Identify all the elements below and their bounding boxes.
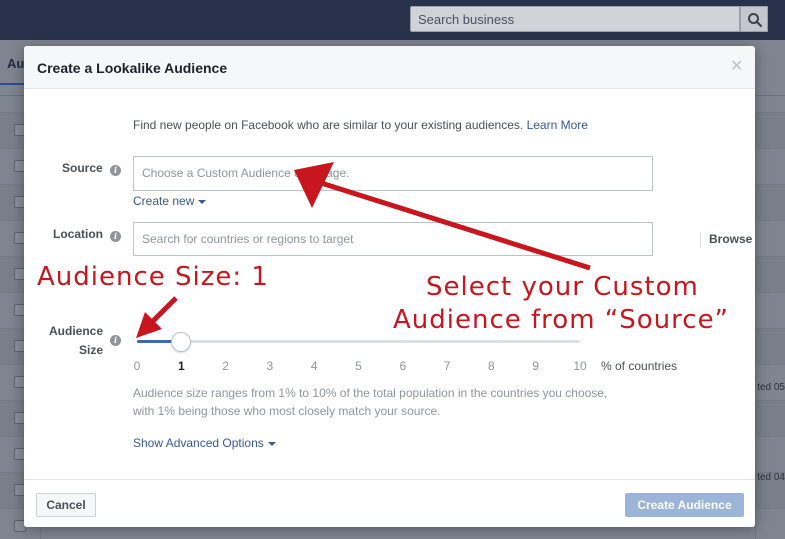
slider-tick-9: 9 [532, 359, 540, 373]
background-cell-text: ted 04 [757, 472, 785, 483]
slider-tick-0: 0 [133, 359, 141, 373]
create-new-label: Create new [133, 194, 195, 208]
search-placeholder: Search business [418, 12, 515, 27]
background-cell-text: ted 05 [757, 382, 785, 393]
slider-tick-6: 6 [399, 359, 407, 373]
location-input[interactable]: Search for countries or regions to targe… [133, 222, 752, 256]
learn-more-link[interactable]: Learn More [527, 118, 588, 132]
caret-down-icon [267, 442, 276, 446]
column-divider [755, 112, 756, 539]
cancel-button[interactable]: Cancel [36, 493, 96, 517]
slider-tick-3: 3 [266, 359, 274, 373]
audience-size-slider-handle[interactable] [171, 332, 192, 352]
percent-of-countries-label: % of countries [601, 359, 678, 373]
location-label: Location [53, 227, 103, 241]
slider-tick-8: 8 [488, 359, 495, 373]
divider [700, 232, 701, 248]
audience-size-label-line2: Size [79, 343, 104, 357]
slider-tick-5: 5 [355, 359, 362, 373]
annotation-source-line2: Audience from “Source” [393, 305, 730, 335]
advanced-options-label: Show Advanced Options [133, 436, 264, 450]
slider-tick-1: 1 [177, 359, 185, 373]
show-advanced-options-link[interactable]: Show Advanced Options [133, 436, 276, 450]
background-tab-underline [0, 83, 24, 85]
dialog-title: Create a Lookalike Audience [37, 60, 228, 76]
background-tab: Au [7, 56, 25, 71]
source-input[interactable]: Choose a Custom Audience or a Page. [133, 156, 653, 191]
close-icon[interactable]: ✕ [730, 59, 743, 75]
audience-size-slider-track[interactable] [137, 340, 580, 343]
dialog-footer: Cancel Create Audience [24, 479, 755, 527]
top-bar: Search business [0, 0, 785, 40]
intro-text: Find new people on Facebook who are simi… [133, 118, 588, 132]
annotation-audience-size: Audience Size: 1 [37, 262, 269, 292]
slider-tick-7: 7 [443, 359, 451, 373]
intro-description: Find new people on Facebook who are simi… [133, 118, 524, 132]
help-line: Audience size ranges from 1% to 10% of t… [133, 386, 608, 400]
audience-size-label-line1: Audience [49, 324, 104, 338]
create-new-dropdown[interactable]: Create new [133, 194, 207, 208]
slider-tick-4: 4 [310, 359, 318, 373]
info-icon[interactable]: i [110, 231, 121, 242]
caret-down-icon [198, 200, 207, 204]
audience-size-help: Audience size ranges from 1% to 10% of t… [133, 384, 673, 420]
search-input[interactable]: Search business [410, 6, 740, 32]
search-button[interactable] [740, 6, 768, 32]
browse-button[interactable]: Browse [709, 232, 752, 246]
create-audience-button[interactable]: Create Audience [625, 493, 744, 517]
info-icon[interactable]: i [110, 165, 121, 176]
info-icon[interactable]: i [110, 335, 121, 346]
search-icon [748, 13, 763, 28]
source-placeholder: Choose a Custom Audience or a Page. [142, 166, 350, 180]
dialog-header: Create a Lookalike Audience ✕ [24, 46, 755, 89]
help-line: with 1% being those who most closely mat… [133, 404, 441, 418]
source-label: Source [62, 161, 103, 175]
slider-tick-2: 2 [222, 359, 229, 373]
annotation-source-line1: Select your Custom [426, 272, 699, 302]
location-placeholder: Search for countries or regions to targe… [142, 232, 354, 246]
slider-tick-10: 10 [573, 359, 587, 373]
